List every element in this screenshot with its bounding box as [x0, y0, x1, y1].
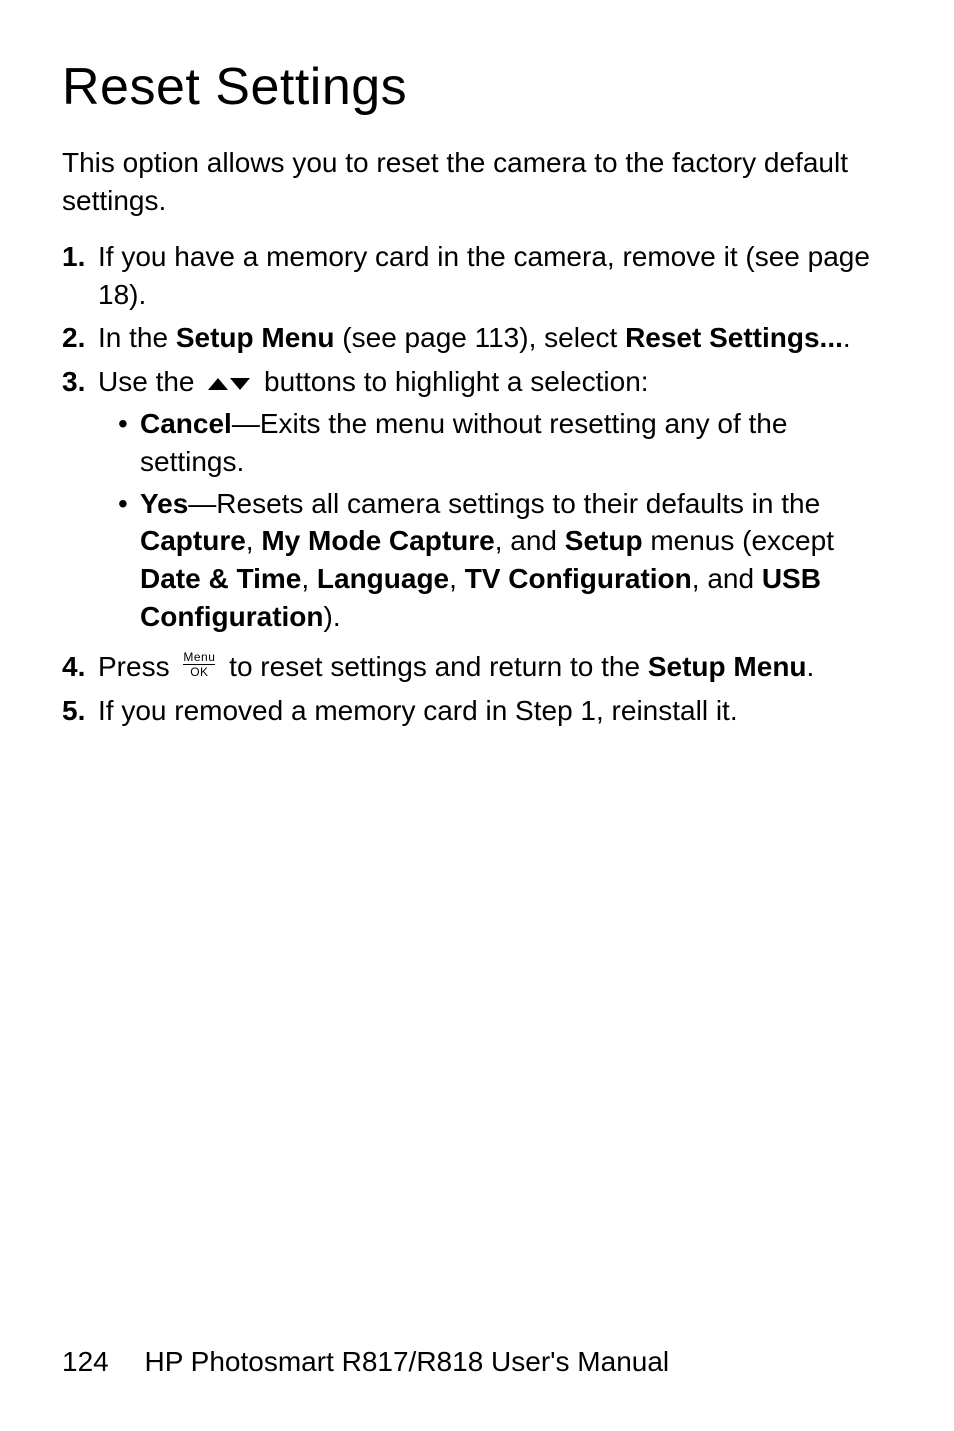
bullet-icon: •: [118, 485, 140, 523]
language-label: Language: [317, 563, 449, 594]
text: (see page 113), select: [335, 322, 626, 353]
cancel-label: Cancel: [140, 408, 232, 439]
step-body: Use the buttons to highlight a selection…: [98, 363, 892, 642]
text: menus (except: [643, 525, 834, 556]
setup-label: Setup: [565, 525, 643, 556]
option-yes: • Yes—Resets all camera settings to thei…: [98, 485, 892, 636]
text: , and: [495, 525, 565, 556]
text: ,: [246, 525, 262, 556]
step-body: In the Setup Menu (see page 113), select…: [98, 319, 892, 357]
option-text: Cancel—Exits the menu without resetting …: [140, 405, 892, 481]
step-number: 3.: [62, 363, 98, 401]
ok-label: OK: [190, 666, 208, 678]
text: .: [807, 651, 815, 682]
text: —Resets all camera settings to their def…: [188, 488, 820, 519]
page-footer: 124 HP Photosmart R817/R818 User's Manua…: [62, 1343, 892, 1381]
steps-list: 1. If you have a memory card in the came…: [62, 238, 892, 730]
step-number: 5.: [62, 692, 98, 730]
page-number: 124: [62, 1343, 109, 1381]
manual-title: HP Photosmart R817/R818 User's Manual: [145, 1346, 670, 1377]
text: .: [843, 322, 851, 353]
yes-label: Yes: [140, 488, 188, 519]
setup-menu-label: Setup Menu: [176, 322, 335, 353]
step-2: 2. In the Setup Menu (see page 113), sel…: [62, 319, 892, 357]
intro-paragraph: This option allows you to reset the came…: [62, 144, 892, 220]
text: ,: [301, 563, 317, 594]
step-number: 1.: [62, 238, 98, 276]
reset-settings-label: Reset Settings...: [625, 322, 843, 353]
step-number: 4.: [62, 648, 98, 686]
text: ,: [449, 563, 465, 594]
step-body: If you removed a memory card in Step 1, …: [98, 692, 892, 730]
menu-label: Menu: [183, 651, 215, 665]
page-title: Reset Settings: [62, 52, 892, 122]
capture-label: Capture: [140, 525, 246, 556]
text: to reset settings and return to the: [221, 651, 647, 682]
step-body: If you have a memory card in the camera,…: [98, 238, 892, 314]
step-1: 1. If you have a memory card in the came…: [62, 238, 892, 314]
date-time-label: Date & Time: [140, 563, 301, 594]
option-cancel: • Cancel—Exits the menu without resettin…: [98, 405, 892, 481]
step-3: 3. Use the buttons to highlight a select…: [62, 363, 892, 642]
setup-menu-label: Setup Menu: [648, 651, 807, 682]
text: In the: [98, 322, 176, 353]
bullet-icon: •: [118, 405, 140, 443]
text: , and: [692, 563, 762, 594]
up-down-arrows-icon: [206, 376, 252, 392]
step-body: Press MenuOK to reset settings and retur…: [98, 648, 892, 686]
text: —Exits the menu without resetting any of…: [140, 408, 787, 477]
text: Press: [98, 651, 177, 682]
text: ).: [324, 601, 341, 632]
step-number: 2.: [62, 319, 98, 357]
document-page: Reset Settings This option allows you to…: [0, 0, 954, 1431]
options-list: • Cancel—Exits the menu without resettin…: [98, 405, 892, 636]
menu-ok-button-icon: MenuOK: [183, 651, 215, 678]
option-text: Yes—Resets all camera settings to their …: [140, 485, 892, 636]
text: buttons to highlight a selection:: [256, 366, 648, 397]
step-5: 5. If you removed a memory card in Step …: [62, 692, 892, 730]
tv-configuration-label: TV Configuration: [465, 563, 692, 594]
my-mode-capture-label: My Mode Capture: [261, 525, 494, 556]
step-4: 4. Press MenuOK to reset settings and re…: [62, 648, 892, 686]
text: Use the: [98, 366, 202, 397]
